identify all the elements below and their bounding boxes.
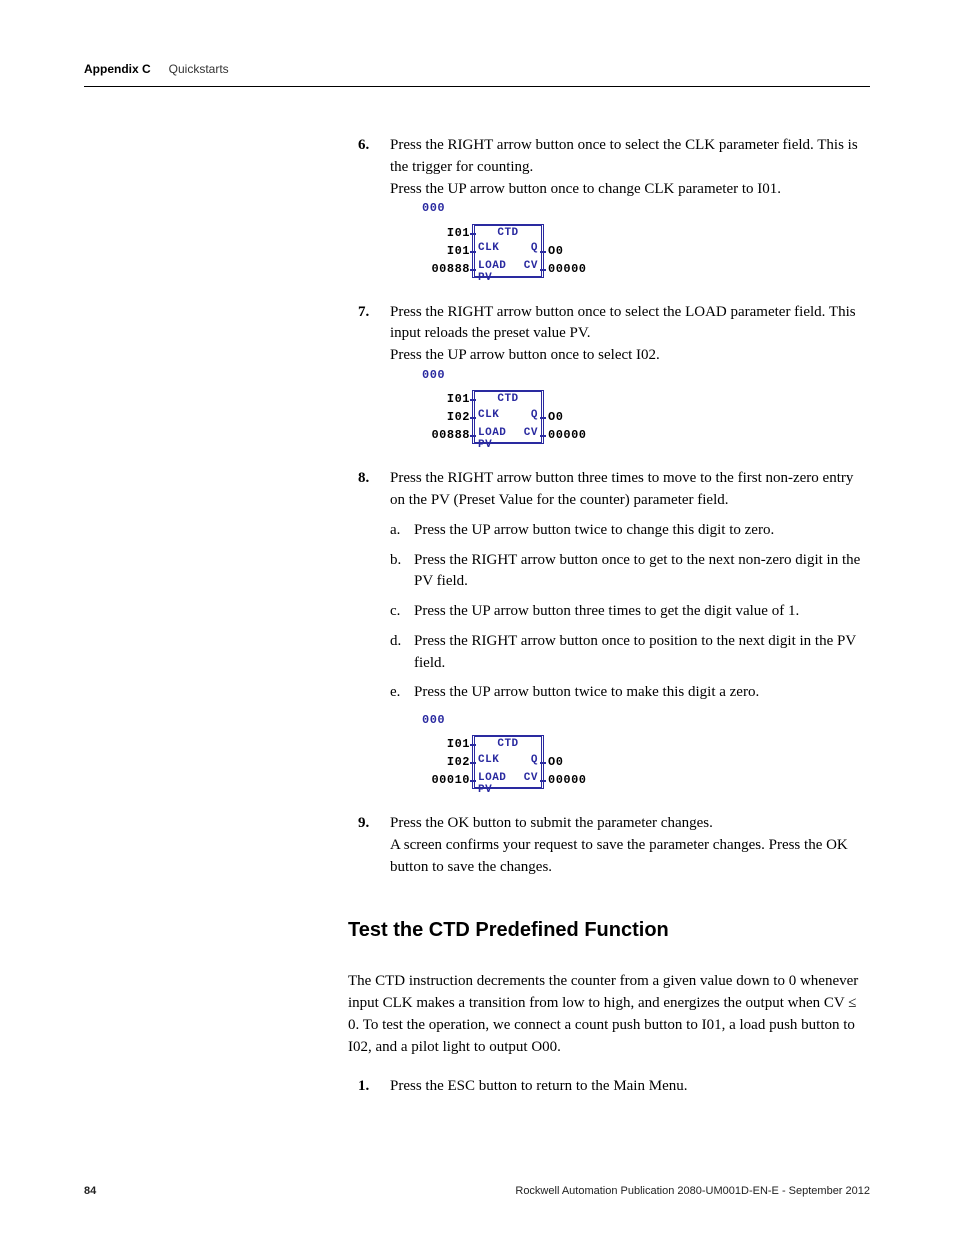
header-section: Quickstarts — [169, 62, 229, 76]
step-6-text-a: Press the RIGHT arrow button once to sel… — [390, 137, 858, 175]
ctd3-left-pv: 00010 — [422, 771, 472, 789]
page-number: 84 — [84, 1185, 96, 1197]
ctd3-title: CTD — [475, 737, 541, 750]
step-8-text: Press the RIGHT arrow button three times… — [390, 470, 853, 508]
step-8e: Press the UP arrow button twice to make … — [390, 682, 868, 704]
ctd1-title: CTD — [475, 226, 541, 239]
ctd1-cv-label: CV — [524, 261, 538, 272]
ctd2-clk-label: CLK — [478, 410, 499, 421]
ctd3-left-clk: I01 — [422, 735, 472, 753]
section-title-test-ctd: Test the CTD Predefined Function — [348, 919, 868, 942]
header-appendix: Appendix C — [84, 62, 151, 76]
ctd3-cv-label: CV — [524, 773, 538, 784]
step-8a: Press the UP arrow button twice to chang… — [390, 520, 868, 542]
ctd1-right-o0: O0 — [544, 242, 563, 260]
ctd2-left-clk: I01 — [422, 390, 472, 408]
step-8d: Press the RIGHT arrow button once to pos… — [390, 631, 868, 675]
step-8: Press the RIGHT arrow button three times… — [358, 468, 868, 807]
ctd3-q-label: Q — [531, 755, 538, 766]
ctd2-right-00000: 00000 — [544, 426, 587, 444]
step-9: Press the OK button to submit the parame… — [358, 813, 868, 878]
step-6-text-b: Press the UP arrow button once to change… — [390, 181, 781, 197]
ctd3-load-label: LOAD — [478, 773, 506, 784]
step-9-text-b: A screen confirms your request to save t… — [390, 837, 848, 875]
step-7-text-a: Press the RIGHT arrow button once to sel… — [390, 304, 856, 342]
main-content: Press the RIGHT arrow button once to sel… — [358, 135, 868, 1104]
step-6: Press the RIGHT arrow button once to sel… — [358, 135, 868, 296]
ctd1-pv-label: PV — [478, 273, 492, 284]
publication-id: Rockwell Automation Publication 2080-UM0… — [515, 1185, 870, 1197]
ctd2-cv-label: CV — [524, 428, 538, 439]
ctd1-load-label: LOAD — [478, 261, 506, 272]
ctd2-title: CTD — [475, 392, 541, 405]
ctd2-addr: 000 — [422, 367, 868, 384]
page-footer: 84 Rockwell Automation Publication 2080-… — [84, 1185, 870, 1197]
ctd1-left-clk: I01 — [422, 224, 472, 242]
ctd-block-3: I01 CTD I02 CLK Q O0 00010 — [422, 735, 587, 789]
ctd3-right-00000: 00000 — [544, 771, 587, 789]
ctd2-load-label: LOAD — [478, 428, 506, 439]
ctd-block-1: I01 CTD I01 CLK Q O0 00888 — [422, 224, 587, 278]
ctd3-left-load: I02 — [422, 753, 472, 771]
step-7-text-b: Press the UP arrow button once to select… — [390, 347, 660, 363]
ctd2-pv-label: PV — [478, 440, 492, 451]
ctd3-addr: 000 — [422, 712, 868, 729]
step-8b: Press the RIGHT arrow button once to get… — [390, 550, 868, 594]
ctd2-q-label: Q — [531, 410, 538, 421]
ctd-block-2: I01 CTD I02 CLK Q O0 00888 — [422, 390, 587, 444]
ctd2-right-o0: O0 — [544, 408, 563, 426]
ctd3-clk-label: CLK — [478, 755, 499, 766]
step-9-text-a: Press the OK button to submit the parame… — [390, 815, 713, 831]
ctd1-right-empty1 — [544, 224, 548, 242]
ctd2-right-empty1 — [544, 390, 548, 408]
ctd3-right-empty1 — [544, 735, 548, 753]
ctd1-right-00000: 00000 — [544, 260, 587, 278]
step-7: Press the RIGHT arrow button once to sel… — [358, 302, 868, 463]
ctd1-q-label: Q — [531, 243, 538, 254]
ctd1-addr: 000 — [422, 200, 868, 217]
ctd3-pv-label: PV — [478, 785, 492, 796]
ctd2-left-load: I02 — [422, 408, 472, 426]
ctd1-clk-label: CLK — [478, 243, 499, 254]
ctd2-left-pv: 00888 — [422, 426, 472, 444]
step-8c: Press the UP arrow button three times to… — [390, 601, 868, 623]
test-step-1: Press the ESC button to return to the Ma… — [358, 1076, 868, 1098]
ctd1-left-pv: 00888 — [422, 260, 472, 278]
ctd-description-para: The CTD instruction decrements the count… — [348, 970, 868, 1059]
ctd1-left-load: I01 — [422, 242, 472, 260]
ctd3-right-o0: O0 — [544, 753, 563, 771]
page-header: Appendix C Quickstarts — [84, 62, 870, 87]
